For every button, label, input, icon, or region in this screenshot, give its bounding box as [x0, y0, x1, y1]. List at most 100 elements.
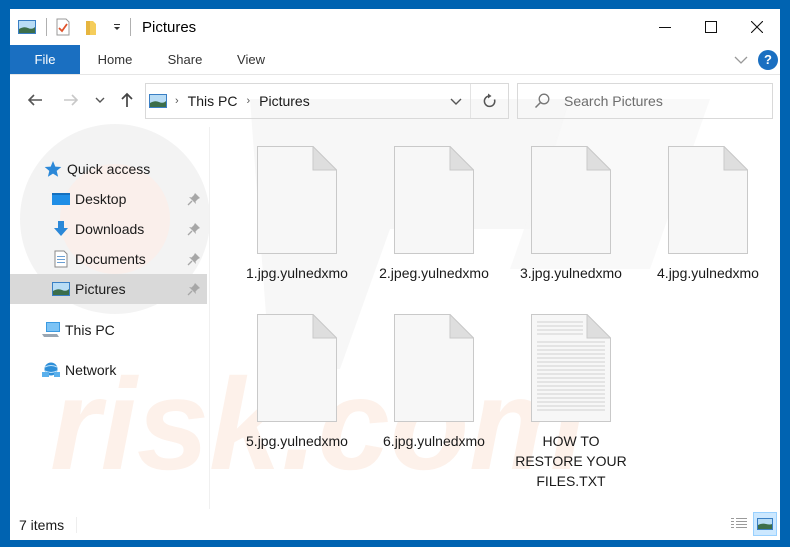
nav-item-pictures[interactable]: Pictures: [10, 274, 207, 304]
minimize-icon: [659, 27, 671, 28]
up-button[interactable]: [116, 89, 138, 111]
title-bar: Pictures: [10, 9, 780, 45]
forward-button[interactable]: [60, 89, 82, 111]
blank-file-icon: [531, 146, 611, 254]
pictures-location-icon: [149, 94, 167, 108]
chevron-down-icon: [450, 98, 462, 105]
downloads-icon: [51, 220, 71, 238]
view-switcher: [725, 512, 777, 536]
file-item[interactable]: 2.jpeg.yulnedxmo: [370, 141, 498, 283]
nav-item-label: Network: [65, 362, 117, 378]
refresh-icon: [483, 93, 496, 108]
refresh-button[interactable]: [470, 84, 508, 118]
breadcrumb-separator[interactable]: ›: [175, 95, 179, 107]
recent-locations-button[interactable]: [89, 89, 111, 111]
close-button[interactable]: [734, 9, 780, 45]
window-title: Pictures: [142, 18, 197, 36]
toolbar-separator: [130, 18, 131, 36]
nav-item-label: Quick access: [67, 161, 151, 177]
computer-icon: [41, 321, 61, 339]
address-bar[interactable]: › This PC › Pictures: [145, 83, 509, 119]
maximize-icon: [705, 21, 717, 33]
address-history-dropdown[interactable]: [442, 84, 470, 118]
file-item[interactable]: 6.jpg.yulnedxmo: [370, 309, 498, 451]
properties-icon[interactable]: [56, 18, 70, 36]
ribbon-tabs: File Home Share View ?: [10, 45, 780, 75]
minimize-button[interactable]: [642, 9, 688, 45]
breadcrumb-pictures[interactable]: Pictures: [259, 93, 310, 109]
nav-item-quick-access[interactable]: Quick access: [10, 154, 207, 184]
recent-locations-icon: [95, 97, 105, 103]
navigation-pane: Quick access Desktop Downloads Documents: [10, 127, 210, 509]
file-name: 6.jpg.yulnedxmo: [383, 433, 485, 449]
new-folder-icon[interactable]: [84, 18, 98, 36]
search-icon: [534, 93, 550, 109]
file-explorer-window: risk.com Pictures File Home Share View ?…: [10, 9, 780, 540]
file-item[interactable]: 1.jpg.yulnedxmo: [233, 141, 361, 283]
nav-item-label: Desktop: [75, 191, 127, 207]
forward-arrow-icon: [64, 94, 79, 106]
maximize-button[interactable]: [688, 9, 734, 45]
details-view-icon: [731, 518, 747, 528]
nav-item-label: Downloads: [75, 221, 145, 237]
window-controls: [642, 9, 780, 45]
file-name: 2.jpeg.yulnedxmo: [379, 265, 489, 281]
item-count: 7 items: [19, 516, 78, 533]
tab-home[interactable]: Home: [80, 45, 150, 74]
quick-access-toolbar: Pictures: [10, 9, 196, 45]
tab-share[interactable]: Share: [150, 45, 220, 74]
large-icons-view-button[interactable]: [753, 512, 777, 536]
text-file-icon: [531, 314, 611, 422]
search-input[interactable]: Search Pictures: [517, 83, 773, 119]
nav-item-documents[interactable]: Documents: [10, 244, 207, 274]
nav-item-label: Documents: [75, 251, 146, 267]
tab-file[interactable]: File: [10, 45, 80, 74]
back-button[interactable]: [24, 89, 46, 111]
back-arrow-icon: [27, 94, 42, 106]
file-name: 3.jpg.yulnedxmo: [520, 265, 622, 281]
pictures-icon: [51, 280, 71, 298]
status-bar: 7 items: [10, 509, 780, 540]
file-name: HOW TO RESTORE YOUR FILES.TXT: [515, 433, 627, 489]
file-item[interactable]: 4.jpg.yulnedxmo: [644, 141, 772, 283]
pin-icon[interactable]: [187, 192, 201, 206]
blank-file-icon: [394, 314, 474, 422]
close-icon: [751, 21, 763, 33]
details-view-button[interactable]: [727, 512, 751, 536]
file-name: 1.jpg.yulnedxmo: [246, 265, 348, 281]
file-name: 5.jpg.yulnedxmo: [246, 433, 348, 449]
search-placeholder: Search Pictures: [564, 93, 663, 109]
file-name: 4.jpg.yulnedxmo: [657, 265, 759, 281]
nav-item-desktop[interactable]: Desktop: [10, 184, 207, 214]
breadcrumb-this-pc[interactable]: This PC: [188, 93, 238, 109]
nav-item-label: This PC: [65, 322, 115, 338]
star-icon: [43, 160, 63, 178]
breadcrumb-separator[interactable]: ›: [246, 95, 250, 107]
help-button[interactable]: ?: [758, 49, 778, 70]
file-list: 1.jpg.yulnedxmo 2.jpeg.yulnedxmo 3.jpg.y…: [211, 127, 780, 509]
ribbon-right-controls: ?: [734, 45, 778, 74]
pin-icon[interactable]: [187, 252, 201, 266]
tab-view[interactable]: View: [220, 45, 282, 74]
nav-item-this-pc[interactable]: This PC: [10, 315, 207, 345]
toolbar-separator: [46, 18, 47, 36]
desktop-icon: [51, 190, 71, 208]
file-item[interactable]: HOW TO RESTORE YOUR FILES.TXT: [507, 309, 635, 491]
nav-item-network[interactable]: Network: [10, 355, 207, 385]
nav-item-label: Pictures: [75, 281, 126, 297]
blank-file-icon: [668, 146, 748, 254]
blank-file-icon: [257, 146, 337, 254]
expand-ribbon-icon[interactable]: [734, 56, 748, 64]
pin-icon[interactable]: [187, 222, 201, 236]
file-item[interactable]: 5.jpg.yulnedxmo: [233, 309, 361, 451]
customize-dropdown-icon[interactable]: [112, 22, 122, 32]
pictures-icon[interactable]: [18, 20, 36, 34]
large-icons-view-icon: [757, 518, 773, 530]
file-item[interactable]: 3.jpg.yulnedxmo: [507, 141, 635, 283]
up-arrow-icon: [121, 92, 133, 107]
nav-item-downloads[interactable]: Downloads: [10, 214, 207, 244]
network-icon: [41, 361, 61, 379]
navigation-bar: › This PC › Pictures Search Pictures: [10, 81, 780, 119]
pin-icon[interactable]: [187, 282, 201, 296]
documents-icon: [51, 250, 71, 268]
